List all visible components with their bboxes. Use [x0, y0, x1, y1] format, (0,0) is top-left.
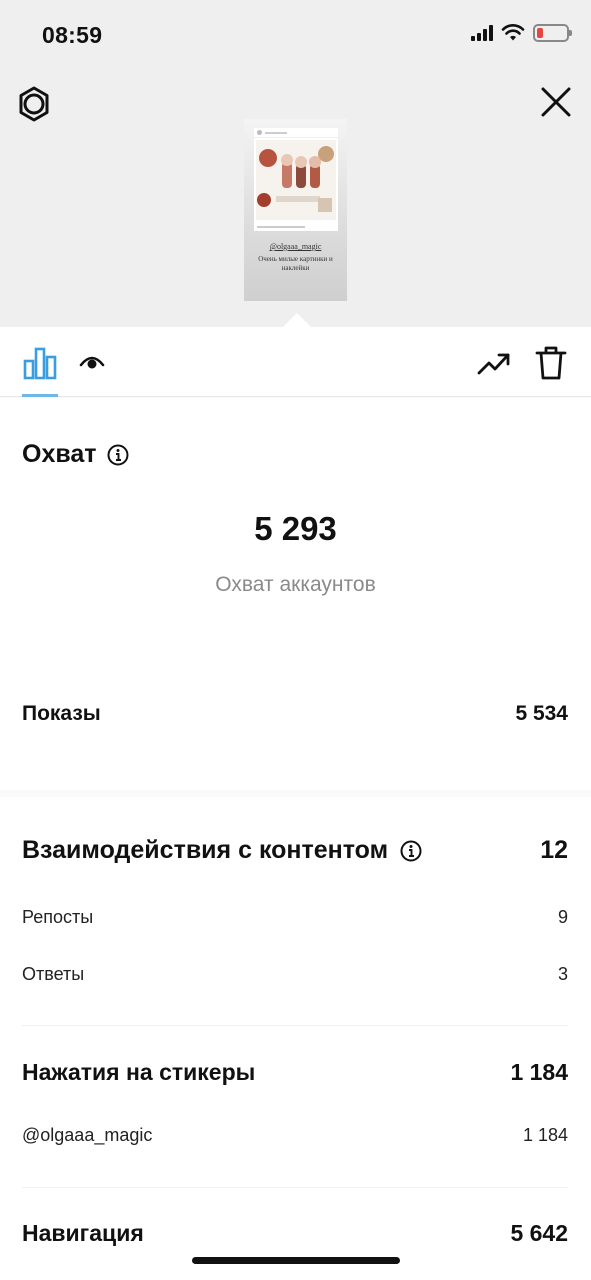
shared-post-preview: [254, 128, 338, 231]
status-icons: [471, 24, 572, 42]
story-caption: Очень милые картинки и наклейки: [258, 255, 333, 272]
story-thumbnail[interactable]: @olgaaa_magic Очень милые картинки и нак…: [244, 119, 347, 301]
reach-label: Охват аккаунтов: [215, 573, 376, 596]
active-tab-indicator: [22, 394, 58, 397]
stats-tab-icon[interactable]: [22, 345, 58, 381]
divider: [22, 1025, 568, 1026]
navigation-label: Навигация: [22, 1220, 144, 1246]
signal-icon: [471, 25, 493, 41]
navigation-row: Навигация 5 642: [22, 1220, 568, 1247]
info-icon[interactable]: [400, 840, 422, 862]
reposts-label: Репосты: [22, 907, 94, 927]
interactions-title-text: Взаимодействия с контентом: [22, 836, 389, 864]
promote-icon[interactable]: [476, 349, 512, 377]
settings-icon[interactable]: [16, 86, 52, 122]
sticker-mention-label: @olgaaa_magic: [22, 1125, 153, 1145]
insights-tab-bar: [0, 327, 591, 397]
battery-icon: [533, 24, 572, 42]
sticker-taps-label: Нажатия на стикеры: [22, 1059, 256, 1085]
impressions-label: Показы: [22, 702, 101, 725]
story-mention-sticker: @olgaaa_magic: [269, 242, 322, 251]
impressions-row: Показы 5 534: [22, 702, 568, 726]
wifi-icon: [501, 24, 525, 41]
replies-label: Ответы: [22, 964, 85, 984]
divider: [22, 1187, 568, 1188]
preview-pointer: [283, 313, 311, 327]
home-indicator[interactable]: [192, 1257, 400, 1264]
reach-title: Охват: [22, 440, 129, 469]
replies-value: 3: [557, 964, 568, 984]
sticker-taps-row: Нажатия на стикеры 1 184: [22, 1059, 568, 1086]
sticker-mention-row[interactable]: @olgaaa_magic 1 184: [22, 1125, 568, 1146]
navigation-value: 5 642: [510, 1220, 568, 1246]
reposts-value: 9: [557, 907, 568, 927]
interactions-card: [0, 797, 591, 1280]
replies-row: Ответы 3: [22, 964, 568, 985]
post-image: [256, 140, 336, 220]
sticker-taps-value: 1 184: [510, 1059, 568, 1085]
status-time: 08:59: [42, 22, 103, 48]
info-icon[interactable]: [107, 444, 129, 466]
story-preview-area: 08:59 @olgaaa_magic Очень милые картинки…: [0, 0, 591, 327]
reach-value: 5 293: [254, 510, 337, 547]
sticker-mention-value: 1 184: [522, 1125, 568, 1145]
interactions-header: Взаимодействия с контентом 12: [22, 836, 568, 865]
impressions-value: 5 534: [515, 702, 568, 725]
views-tab-icon[interactable]: [78, 349, 106, 377]
close-icon[interactable]: [538, 84, 574, 120]
interactions-value: 12: [540, 836, 568, 864]
reach-title-text: Охват: [22, 440, 97, 468]
delete-icon[interactable]: [534, 345, 568, 381]
interactions-title: Взаимодействия с контентом: [22, 836, 422, 865]
reposts-row: Репосты 9: [22, 907, 568, 928]
